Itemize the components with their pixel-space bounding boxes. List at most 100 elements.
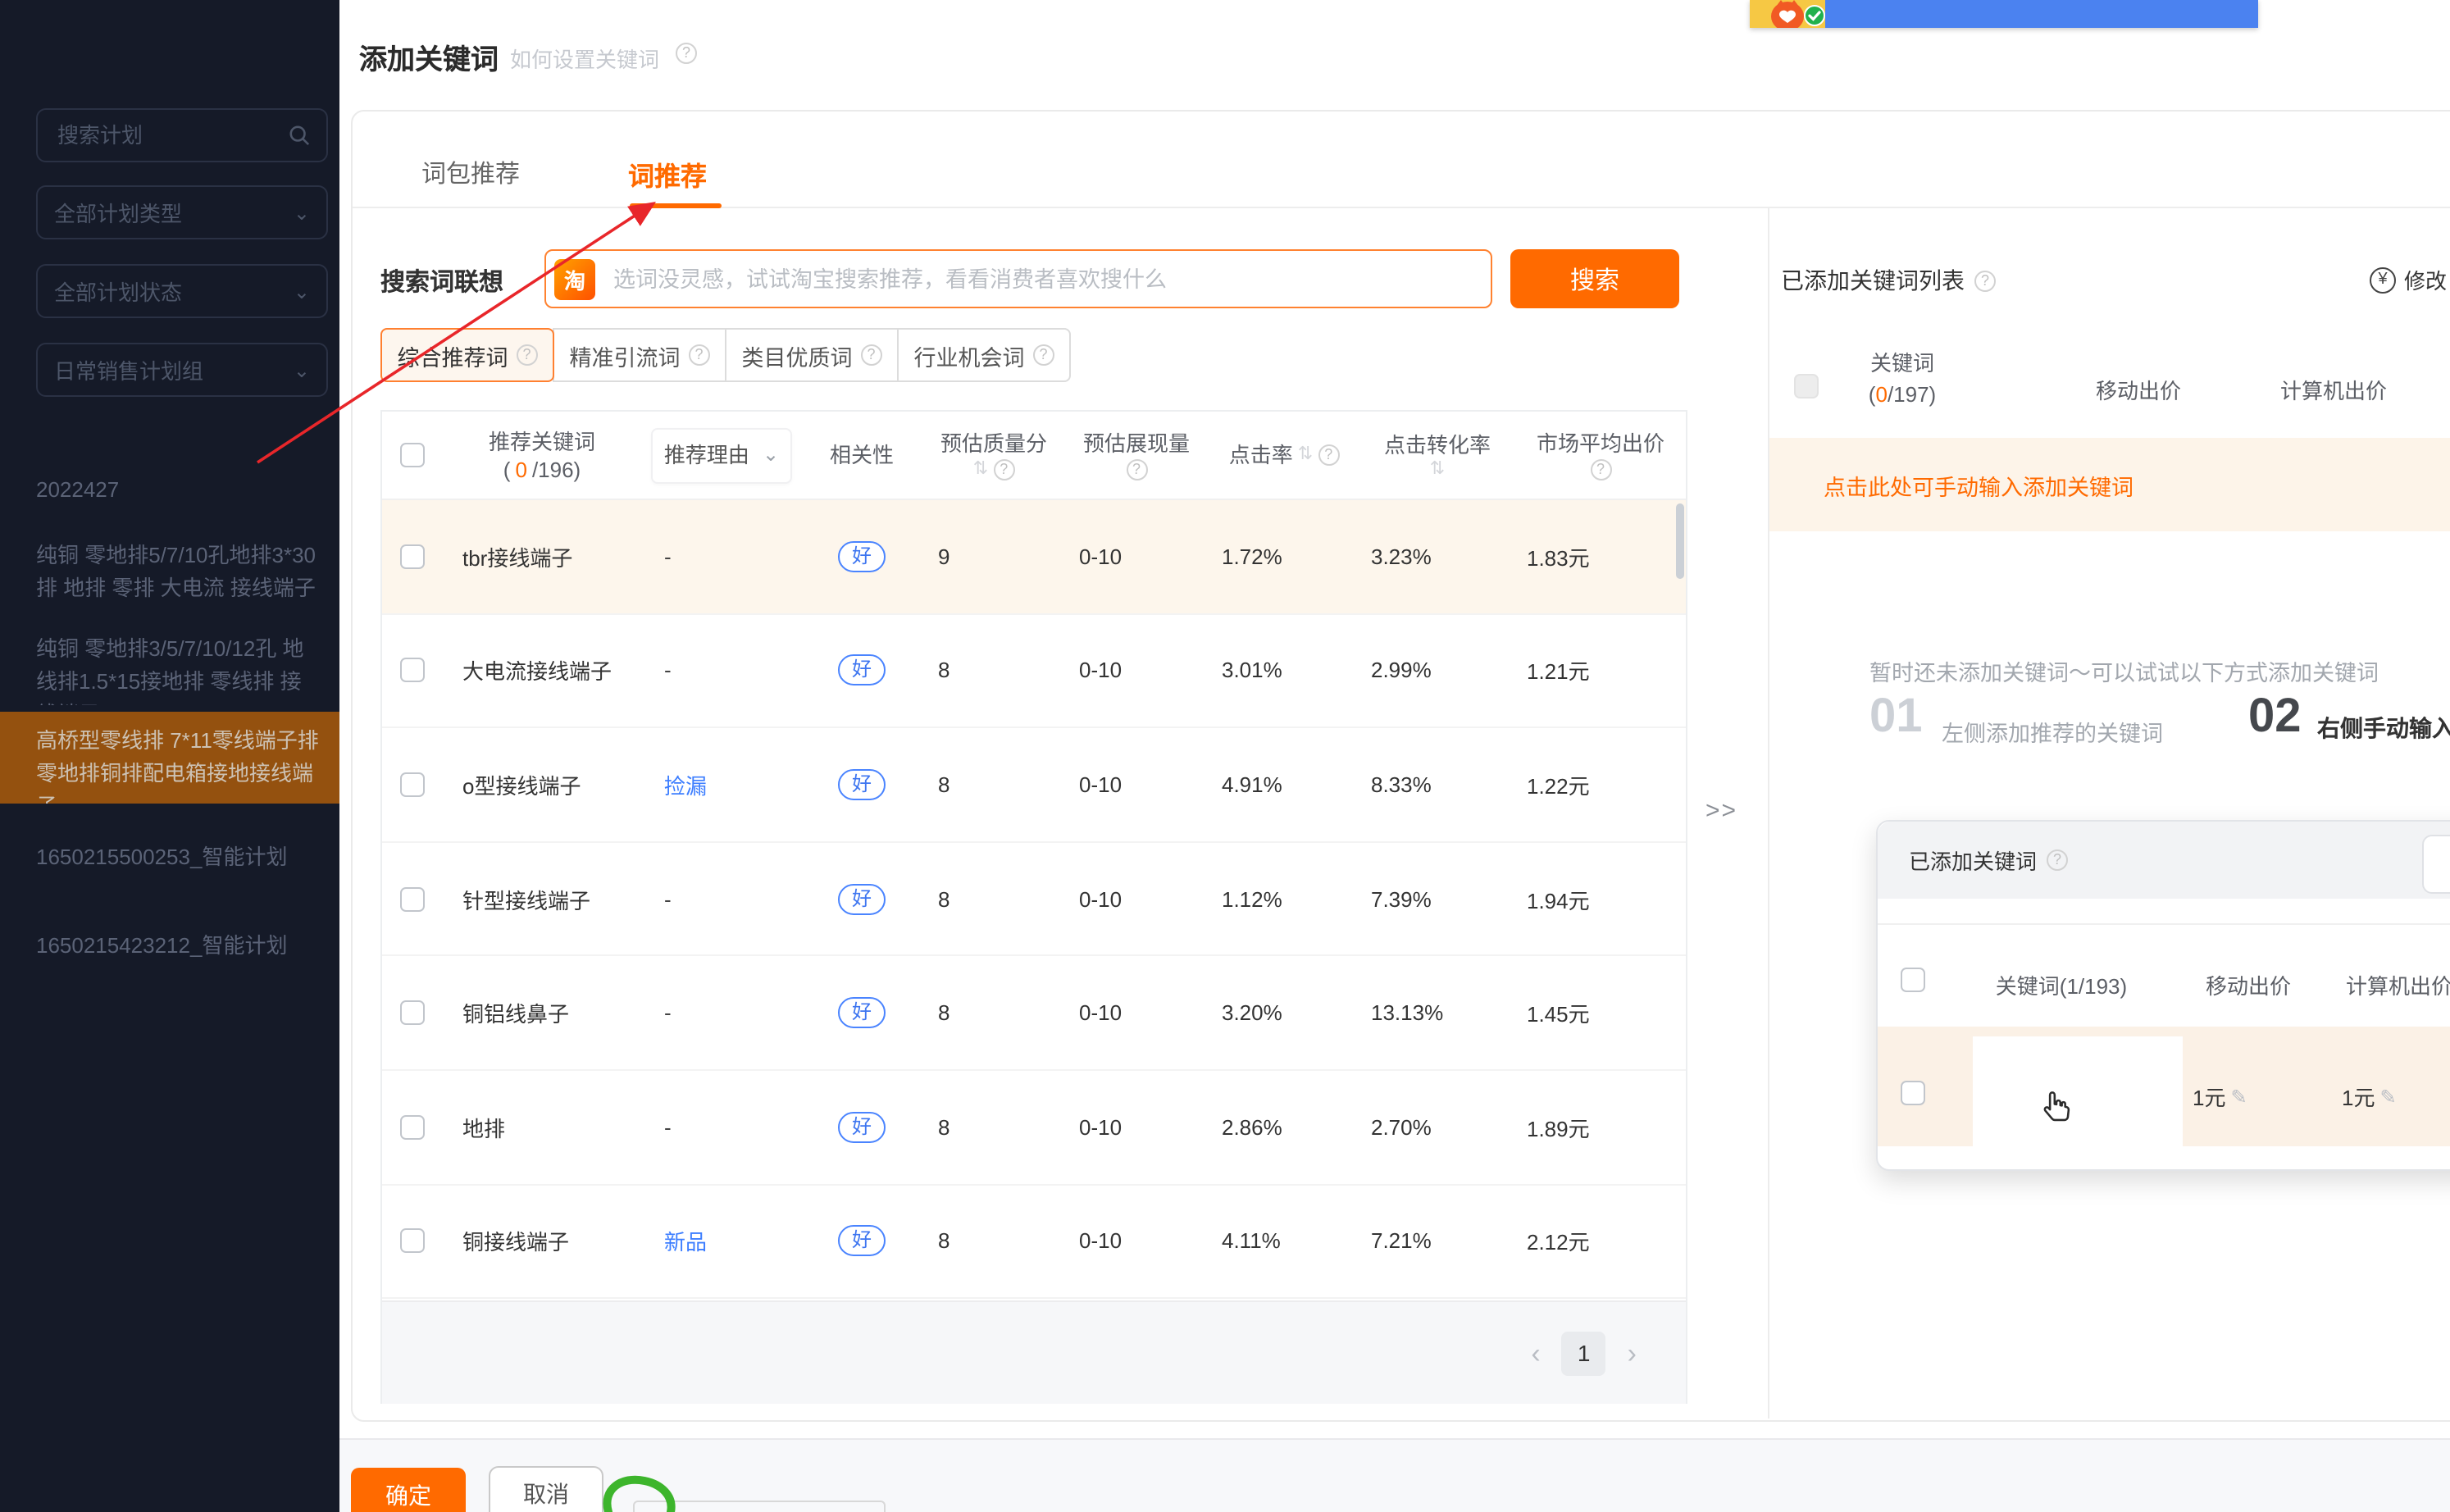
added-select-all-checkbox (1794, 374, 1819, 398)
added-selected-count: 0 (1875, 382, 1887, 407)
reason-cell: - (643, 1000, 800, 1025)
help-icon[interactable]: ? (1033, 344, 1054, 366)
sidebar: 全部计划类型 ⌄ 全部计划状态 ⌄ 日常销售计划组 ⌄ 2022427 纯铜 零… (0, 0, 339, 1512)
cancel-button[interactable]: 取消 (489, 1466, 603, 1512)
plan-item[interactable]: 1650215500253_智能计划 (0, 835, 339, 874)
ctr-cell: 2.86% (1209, 1115, 1359, 1140)
plan-item-selected[interactable]: 高桥型零线排 7*11零线端子排零地排铜排配电箱接地接线端子 (0, 712, 339, 804)
popup-header-pc: 计算机出价 (2346, 969, 2450, 1000)
help-icon[interactable]: ? (2047, 849, 2068, 871)
table-row[interactable]: 铜铝线鼻子 - 好 8 0-10 3.20% 13.13% 1.45元 (382, 957, 1686, 1071)
scrollbar-thumb[interactable] (1676, 503, 1684, 579)
row-checkbox[interactable] (399, 772, 424, 797)
relevance-badge: 好 (839, 541, 885, 572)
pencil-icon[interactable]: ✎ (2230, 1085, 2247, 1108)
confirm-button[interactable]: 确定 (351, 1468, 466, 1512)
reason-link[interactable]: 捡漏 (643, 769, 800, 800)
plan-item[interactable]: 纯铜 零地排3/5/7/10/12孔 地线排1.5*15接地排 零线排 接线端子 (0, 626, 339, 705)
popup-action-button[interactable] (2422, 835, 2450, 894)
table-row[interactable]: 针型接线端子 - 好 8 0-10 1.12% 7.39% 1.94元 (382, 843, 1686, 957)
cvr-cell: 3.23% (1359, 544, 1515, 569)
quality-cell: 8 (923, 1000, 1064, 1025)
sort-icon[interactable]: ⇅ (1298, 446, 1313, 464)
reason-filter-select[interactable]: 推荐理由 ⌄ (651, 427, 792, 483)
plan-item[interactable]: 纯铜 零地排5/7/10孔地排3*30排 地排 零排 大电流 接线端子 (0, 533, 339, 612)
help-icon[interactable]: ? (861, 344, 882, 366)
modify-bid-button[interactable]: ¥ 修改 (2370, 264, 2447, 295)
popup-header-mobile: 移动出价 (2206, 969, 2291, 1000)
plan-item[interactable]: 1650215423212_智能计划 (0, 923, 339, 963)
popup-pc-bid: 1元 ✎ (2342, 1081, 2397, 1112)
row-checkbox[interactable] (399, 1229, 424, 1254)
step2-number: 02 (2248, 690, 2302, 745)
plan-item[interactable]: 2022427 (0, 467, 339, 507)
search-button[interactable]: 搜索 (1510, 249, 1679, 308)
help-icon[interactable]: ? (517, 344, 538, 366)
added-keywords-popup: 已添加关键词 ? 关键词(1/193) 移动出价 计算机出价 1元 ✎ 1元 ✎ (1876, 820, 2450, 1171)
prev-page-icon[interactable]: ‹ (1531, 1339, 1540, 1367)
table-footer: ‹ 1 › (382, 1300, 1686, 1404)
relevance-badge: 好 (839, 1112, 885, 1143)
chevron-down-icon: ⌄ (294, 358, 310, 381)
extension-toolbar[interactable] (1825, 0, 2258, 28)
keyword-cell: tbr接线端子 (441, 541, 643, 572)
popup-row-checkbox[interactable] (1901, 1081, 1925, 1105)
table-row[interactable]: 大电流接线端子 - 好 8 0-10 3.01% 2.99% 1.21元 (382, 614, 1686, 728)
header-cvr: 点击转化率 ⇅ (1359, 432, 1515, 478)
collapse-panel-button[interactable]: >> (1705, 797, 1737, 825)
sort-icon[interactable]: ⇅ (1430, 460, 1445, 478)
tab-word-package[interactable]: 词包推荐 (421, 156, 520, 190)
row-checkbox[interactable] (399, 658, 424, 683)
chip-category-quality[interactable]: 类目优质词 ? (725, 328, 899, 382)
keyword-cell: o型接线端子 (441, 769, 643, 800)
plan-search-box[interactable] (36, 108, 328, 162)
chip-comprehensive[interactable]: 综合推荐词 ? (380, 328, 554, 382)
ctr-cell: 3.01% (1209, 658, 1359, 683)
row-checkbox[interactable] (399, 1115, 424, 1140)
plan-status-select[interactable]: 全部计划状态 ⌄ (36, 264, 328, 318)
table-row[interactable]: tbr接线端子 - 好 9 0-10 1.72% 3.23% 1.83元 (382, 500, 1686, 614)
table-row[interactable]: 地排 - 好 8 0-10 2.86% 2.70% 1.89元 (382, 1071, 1686, 1185)
pencil-icon[interactable]: ✎ (2379, 1085, 2396, 1108)
chevron-down-icon: ⌄ (294, 201, 310, 224)
keyword-search-input[interactable] (610, 265, 1491, 293)
step1-number: 01 (1869, 690, 1923, 745)
chip-precise-traffic[interactable]: 精准引流词 ? (553, 328, 726, 382)
price-cell: 1.83元 (1515, 541, 1686, 572)
impressions-cell: 0-10 (1064, 1115, 1209, 1140)
plan-status-value: 全部计划状态 (54, 276, 182, 307)
reason-link[interactable]: 新品 (643, 1226, 800, 1257)
plan-type-select[interactable]: 全部计划类型 ⌄ (36, 185, 328, 239)
help-icon[interactable]: ? (676, 43, 697, 64)
next-page-icon[interactable]: › (1628, 1339, 1637, 1367)
popup-mobile-bid: 1元 ✎ (2193, 1081, 2247, 1112)
keyword-cell: 地排 (441, 1112, 643, 1143)
chip-industry-opportunity[interactable]: 行业机会词 ? (897, 328, 1071, 382)
sort-icon[interactable]: ⇅ (973, 460, 988, 478)
extension-badge[interactable] (1750, 0, 1825, 28)
table-row[interactable]: 铜接线端子 新品 好 8 0-10 4.11% 7.21% 2.12元 (382, 1185, 1686, 1299)
row-checkbox[interactable] (399, 886, 424, 911)
help-icon[interactable]: ? (1318, 444, 1339, 466)
select-all-checkbox[interactable] (399, 443, 424, 467)
price-cell: 1.45元 (1515, 997, 1686, 1028)
plan-group-select[interactable]: 日常销售计划组 ⌄ (36, 343, 328, 397)
ctr-cell: 4.91% (1209, 772, 1359, 797)
table-row[interactable]: o型接线端子 捡漏 好 8 0-10 4.91% 8.33% 1.22元 (382, 728, 1686, 842)
help-icon[interactable]: ? (993, 458, 1014, 480)
plan-search-input[interactable] (54, 121, 289, 149)
header-ctr: 点击率⇅? (1209, 443, 1359, 467)
help-icon[interactable]: ? (1974, 270, 1996, 291)
row-checkbox[interactable] (399, 544, 424, 569)
price-cell: 1.22元 (1515, 769, 1686, 800)
help-icon[interactable]: ? (1126, 458, 1147, 480)
browser-extension-bar (1750, 0, 2258, 28)
help-icon[interactable]: ? (1590, 458, 1611, 480)
app-root: 全部计划类型 ⌄ 全部计划状态 ⌄ 日常销售计划组 ⌄ 2022427 纯铜 零… (0, 0, 2450, 1512)
manual-add-link[interactable]: 点击此处可手动输入添加关键词 (1824, 468, 2134, 501)
row-checkbox[interactable] (399, 1000, 424, 1025)
popup-select-all-checkbox[interactable] (1901, 968, 1925, 992)
tab-word-recommend[interactable]: 词推荐 (628, 154, 707, 194)
help-icon[interactable]: ? (689, 344, 710, 366)
page-number[interactable]: 1 (1562, 1331, 1606, 1375)
